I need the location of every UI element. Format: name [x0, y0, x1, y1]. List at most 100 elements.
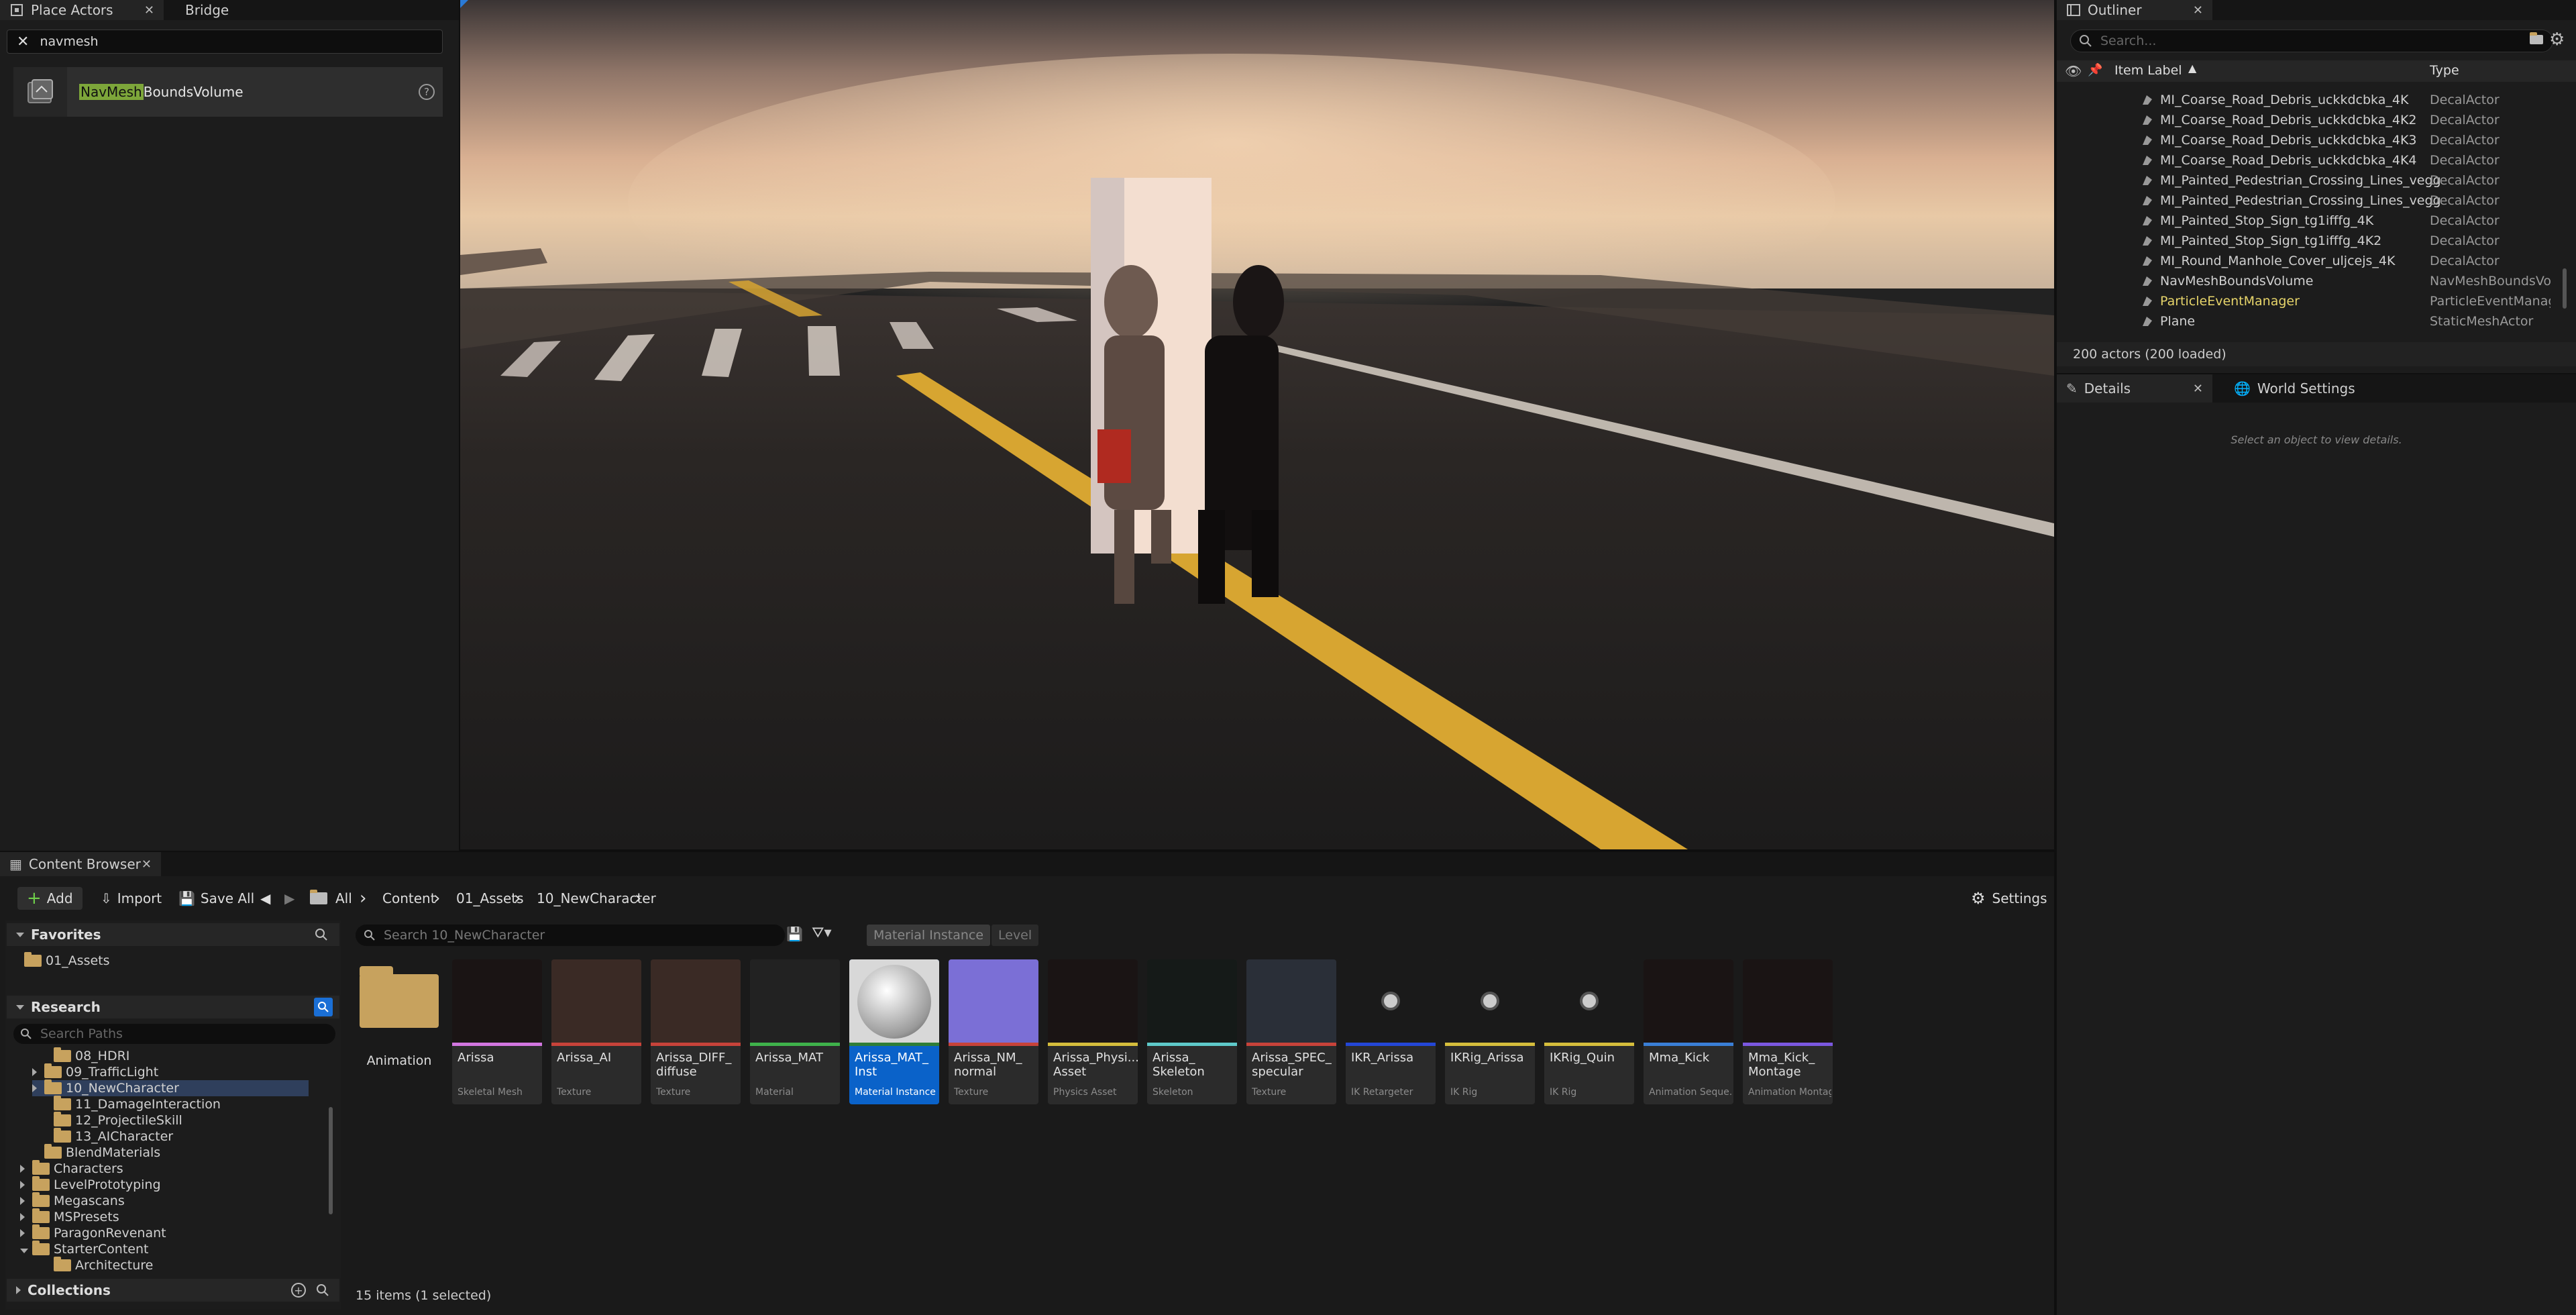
chevron-right-icon[interactable]: › [433, 887, 440, 910]
folder-tree-item[interactable]: 13_AICharacter [42, 1128, 173, 1145]
asset-tile[interactable]: Arissa_AI Texture [551, 959, 641, 1104]
add-button[interactable]: + Add [17, 887, 83, 910]
collections-header[interactable]: Collections + [7, 1279, 339, 1302]
outliner-row[interactable]: MI_Painted_Pedestrian_Crossing_Lines_veg… [2057, 191, 2576, 211]
research-header[interactable]: Research [7, 996, 339, 1018]
tab-world-settings[interactable]: 🌐 World Settings [2224, 374, 2379, 403]
outliner-row[interactable]: MI_Round_Manhole_Cover_uljcejs_4K DecalAc… [2057, 251, 2576, 271]
asset-tile[interactable]: Arissa Skeletal Mesh [452, 959, 542, 1104]
import-button[interactable]: ⇩ Import [101, 887, 162, 910]
asset-tile[interactable]: IKR_Arissa IK Retargeter [1346, 959, 1436, 1104]
folder-tree-item[interactable]: Characters [20, 1160, 123, 1177]
tab-content-browser[interactable]: ▦ Content Browser ✕ [0, 852, 161, 876]
search-paths-input[interactable]: Search Paths [13, 1024, 335, 1044]
asset-tile[interactable]: Mma_Kick_ Montage Animation Montage [1743, 959, 1833, 1104]
close-icon[interactable]: ✕ [2193, 3, 2203, 17]
outliner-row[interactable]: MI_Coarse_Road_Debris_uckkdcbka_4K DecalA… [2057, 90, 2576, 110]
folder-tree-item[interactable]: 12_ProjectileSkill [42, 1112, 182, 1128]
history-back-icon[interactable]: ◀ [260, 887, 270, 910]
chevron-right-icon[interactable] [20, 1226, 32, 1241]
asset-tile[interactable]: Arissa_SPEC_ specular Texture [1246, 959, 1336, 1104]
asset-tile[interactable]: Mma_Kick Animation Seque... [1644, 959, 1733, 1104]
asset-tile[interactable]: IKRig_Arissa IK Rig [1445, 959, 1535, 1104]
clear-search-icon[interactable]: ✕ [17, 34, 29, 50]
close-icon[interactable]: ✕ [2193, 382, 2203, 396]
place-actors-search-input[interactable]: ✕ navmesh [7, 30, 443, 54]
save-search-icon[interactable]: 💾 [786, 926, 803, 942]
tree-scrollbar[interactable] [329, 1107, 333, 1214]
close-icon[interactable]: ✕ [142, 857, 152, 872]
favorite-item[interactable]: 01_Assets [24, 952, 110, 969]
chevron-right-icon[interactable]: › [635, 887, 641, 910]
add-collection-icon[interactable]: + [291, 1283, 306, 1298]
add-folder-icon[interactable] [2528, 31, 2545, 48]
close-icon[interactable]: ✕ [144, 3, 154, 17]
favorites-header[interactable]: Favorites [7, 923, 339, 946]
outliner-row[interactable]: MI_Painted_Stop_Sign_tg1ifffg_4K2 DecalAc… [2057, 231, 2576, 251]
asset-search-input[interactable]: Search 10_NewCharacter [356, 925, 785, 946]
save-all-button[interactable]: 💾 Save All [178, 887, 254, 910]
outliner-row[interactable]: MI_Coarse_Road_Debris_uckkdcbka_4K3 Decal… [2057, 130, 2576, 150]
chevron-right-icon[interactable] [32, 1065, 44, 1080]
visibility-icon[interactable]: 👁 [2065, 63, 2082, 79]
folder-tree-item[interactable]: Megascans [20, 1192, 125, 1209]
outliner-row[interactable]: Plane StaticMeshActor [2057, 311, 2576, 331]
folder-tree-item[interactable]: 10_NewCharacter [32, 1080, 309, 1096]
folder-tree-item[interactable]: BlendMaterials [32, 1144, 160, 1161]
folder-tree-item[interactable]: ParagonRevenant [20, 1224, 166, 1241]
search-icon[interactable] [314, 998, 333, 1016]
folder-tree-item[interactable]: MSPresets [20, 1208, 119, 1225]
history-forward-icon[interactable]: ▶ [284, 887, 294, 910]
breadcrumb-item[interactable]: Content [382, 887, 436, 910]
asset-tile[interactable]: Arissa_NM_ normal Texture [949, 959, 1038, 1104]
col-type[interactable]: Type [2430, 63, 2459, 78]
settings-icon[interactable]: ⚙ [2549, 30, 2565, 50]
chevron-right-icon[interactable] [20, 1177, 32, 1192]
folder-tile-animation[interactable]: Animation [356, 959, 443, 1080]
folder-tree-item[interactable]: 11_DamageInteraction [42, 1096, 221, 1112]
outliner-scrollbar[interactable] [2563, 268, 2567, 309]
chevron-right-icon[interactable] [20, 1210, 32, 1224]
chevron-right-icon[interactable] [20, 1161, 32, 1176]
chevron-right-icon[interactable] [20, 1194, 32, 1208]
tab-place-actors[interactable]: Place Actors ✕ [0, 0, 164, 20]
chevron-right-icon[interactable]: › [360, 887, 366, 910]
level-viewport[interactable] [460, 0, 2054, 849]
pin-icon[interactable]: 📌 [2088, 63, 2102, 77]
tab-outliner[interactable]: Outliner ✕ [2057, 0, 2212, 20]
folder-tree-item[interactable]: 08_HDRI [42, 1047, 129, 1064]
outliner-row[interactable]: MI_Painted_Pedestrian_Crossing_Lines_veg… [2057, 170, 2576, 191]
breadcrumb-item[interactable]: All [335, 887, 352, 910]
search-icon[interactable] [314, 927, 329, 942]
filter-chip-material-instance[interactable]: Material Instance [867, 925, 991, 946]
outliner-row[interactable]: NavMeshBoundsVolume NavMeshBoundsVol [2057, 271, 2576, 291]
outliner-row[interactable]: MI_Painted_Stop_Sign_tg1ifffg_4K DecalAct… [2057, 211, 2576, 231]
asset-tile[interactable]: Arissa_Physi... Asset Physics Asset [1048, 959, 1138, 1104]
actor-result-navmesh-bounds-volume[interactable]: NavMesh BoundsVolume ? [13, 67, 443, 117]
outliner-row[interactable]: MI_Coarse_Road_Debris_uckkdcbka_4K2 Decal… [2057, 110, 2576, 130]
chevron-down-icon[interactable] [20, 1242, 32, 1257]
asset-tile[interactable]: IKRig_Quin IK Rig [1544, 959, 1634, 1104]
chevron-right-icon[interactable]: › [514, 887, 521, 910]
settings-button[interactable]: ⚙ Settings [1971, 887, 2047, 910]
tab-bridge[interactable]: Bridge [176, 0, 263, 20]
folder-tree-item[interactable]: Architecture [42, 1257, 153, 1273]
asset-tile[interactable]: Arissa_DIFF_ diffuse Texture [651, 959, 741, 1104]
help-icon[interactable]: ? [419, 84, 435, 100]
tab-details[interactable]: ✎ Details ✕ [2057, 374, 2212, 403]
folder-tree-item[interactable]: StarterContent [20, 1241, 148, 1257]
search-icon[interactable] [315, 1283, 330, 1298]
filter-chip-level[interactable]: Level [991, 925, 1039, 946]
asset-tile[interactable]: Arissa_MAT_ Inst Material Instance [849, 959, 939, 1104]
asset-tile[interactable]: Arissa_MAT Material [750, 959, 840, 1104]
outliner-row[interactable]: MI_Coarse_Road_Debris_uckkdcbka_4K4 Decal… [2057, 150, 2576, 170]
folder-tree-item[interactable]: LevelPrototyping [20, 1176, 161, 1193]
outliner-search-input[interactable]: Search... [2070, 30, 2553, 52]
outliner-row[interactable]: ParticleEventManager ParticleEventManag [2057, 291, 2576, 311]
filter-icon[interactable]: ⛛▾ [812, 925, 832, 941]
folder-tree-item[interactable]: 09_TrafficLight [32, 1063, 158, 1080]
chevron-right-icon[interactable] [32, 1081, 44, 1096]
col-item-label[interactable]: Item Label [2114, 63, 2182, 78]
folder-browse-icon[interactable] [310, 887, 331, 910]
asset-tile[interactable]: Arissa_ Skeleton Skeleton [1147, 959, 1237, 1104]
